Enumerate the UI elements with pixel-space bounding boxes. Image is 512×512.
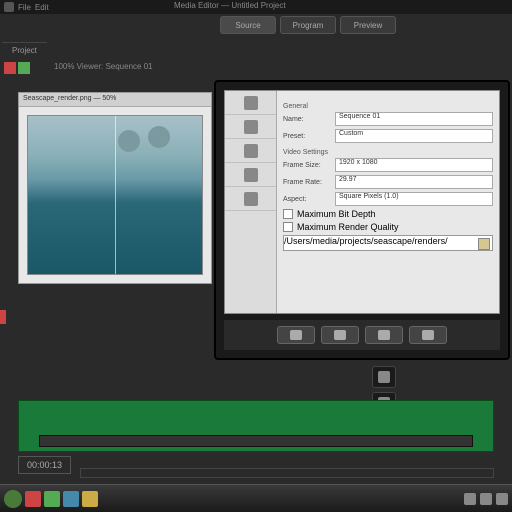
apply-button[interactable] [365,326,403,344]
settings-form: General Name: Sequence 01 Preset: Custom… [277,91,499,313]
nav-item-metadata[interactable] [225,163,276,187]
nav-item-video[interactable] [225,115,276,139]
volume-icon[interactable] [480,493,492,505]
clock-icon[interactable] [496,493,508,505]
view-switcher: Source Program Preview [220,16,396,34]
aspect-select[interactable]: Square Pixels (1.0) [335,192,493,206]
image-viewer-title: Seascape_render.png — 50% [19,93,211,107]
system-tray [464,493,508,505]
swatch-red[interactable] [4,62,16,74]
guide-line [115,116,116,274]
tool-zoom-button[interactable] [372,366,396,388]
taskbar-app-3[interactable] [63,491,79,507]
taskbar-app-4[interactable] [82,491,98,507]
size-input[interactable]: 1920 x 1080 [335,158,493,172]
dialog-footer [224,320,500,350]
settings-nav [225,91,277,313]
max-depth-checkbox[interactable] [283,209,293,219]
name-input[interactable]: Sequence 01 [335,112,493,126]
menu-edit[interactable]: Edit [35,3,49,12]
ok-button[interactable] [277,326,315,344]
help-button[interactable] [409,326,447,344]
network-icon[interactable] [464,493,476,505]
section-general: General [283,103,493,110]
panel-tabs: Project [2,42,47,58]
taskbar [0,484,512,512]
nav-item-capture[interactable] [225,187,276,211]
start-button[interactable] [4,490,22,508]
apply-icon [378,330,390,340]
nav-item-audio[interactable] [225,139,276,163]
app-icon [4,2,14,12]
help-icon [422,330,434,340]
cancel-button[interactable] [321,326,359,344]
taskbar-app-1[interactable] [25,491,41,507]
view-program-button[interactable]: Program [280,16,336,34]
rate-input[interactable]: 29.97 [335,175,493,189]
marker-indicator [0,310,6,324]
close-icon [334,330,346,340]
image-viewer-window: Seascape_render.png — 50% [18,92,212,284]
camera-icon [244,192,258,206]
rate-label: Frame Rate: [283,179,331,186]
page-icon [244,96,258,110]
timecode-display[interactable]: 00:00:13 [18,456,71,474]
app-title: Media Editor — Untitled Project [174,1,286,10]
max-quality-label: Maximum Render Quality [297,222,399,232]
taskbar-app-2[interactable] [44,491,60,507]
film-icon [244,120,258,134]
size-label: Frame Size: [283,162,331,169]
image-preview[interactable] [27,115,203,275]
max-depth-label: Maximum Bit Depth [297,209,376,219]
zoom-icon [378,371,390,383]
speaker-icon [244,144,258,158]
swatch-green[interactable] [18,62,30,74]
color-swatches [4,62,30,74]
dialog-body: General Name: Sequence 01 Preset: Custom… [224,90,500,314]
timeline-panel[interactable] [18,400,494,452]
nav-item-general[interactable] [225,91,276,115]
status-strip [80,468,494,478]
settings-dialog: General Name: Sequence 01 Preset: Custom… [214,80,510,360]
view-preview-button[interactable]: Preview [340,16,396,34]
preset-select[interactable]: Custom [335,129,493,143]
tab-project[interactable]: Project [2,42,47,58]
check-icon [290,330,302,340]
viewer-info: 100% Viewer: Sequence 01 [54,62,153,71]
section-video: Video Settings [283,149,493,156]
shape-circle-1 [118,130,140,152]
shape-circle-2 [148,126,170,148]
output-path-input[interactable]: /Users/media/projects/seascape/renders/ [283,235,493,251]
view-source-button[interactable]: Source [220,16,276,34]
name-label: Name: [283,116,331,123]
tag-icon [244,168,258,182]
max-quality-checkbox[interactable] [283,222,293,232]
preset-label: Preset: [283,133,331,140]
aspect-label: Aspect: [283,196,331,203]
timeline-track[interactable] [39,435,473,447]
menu-file[interactable]: File [18,3,31,12]
